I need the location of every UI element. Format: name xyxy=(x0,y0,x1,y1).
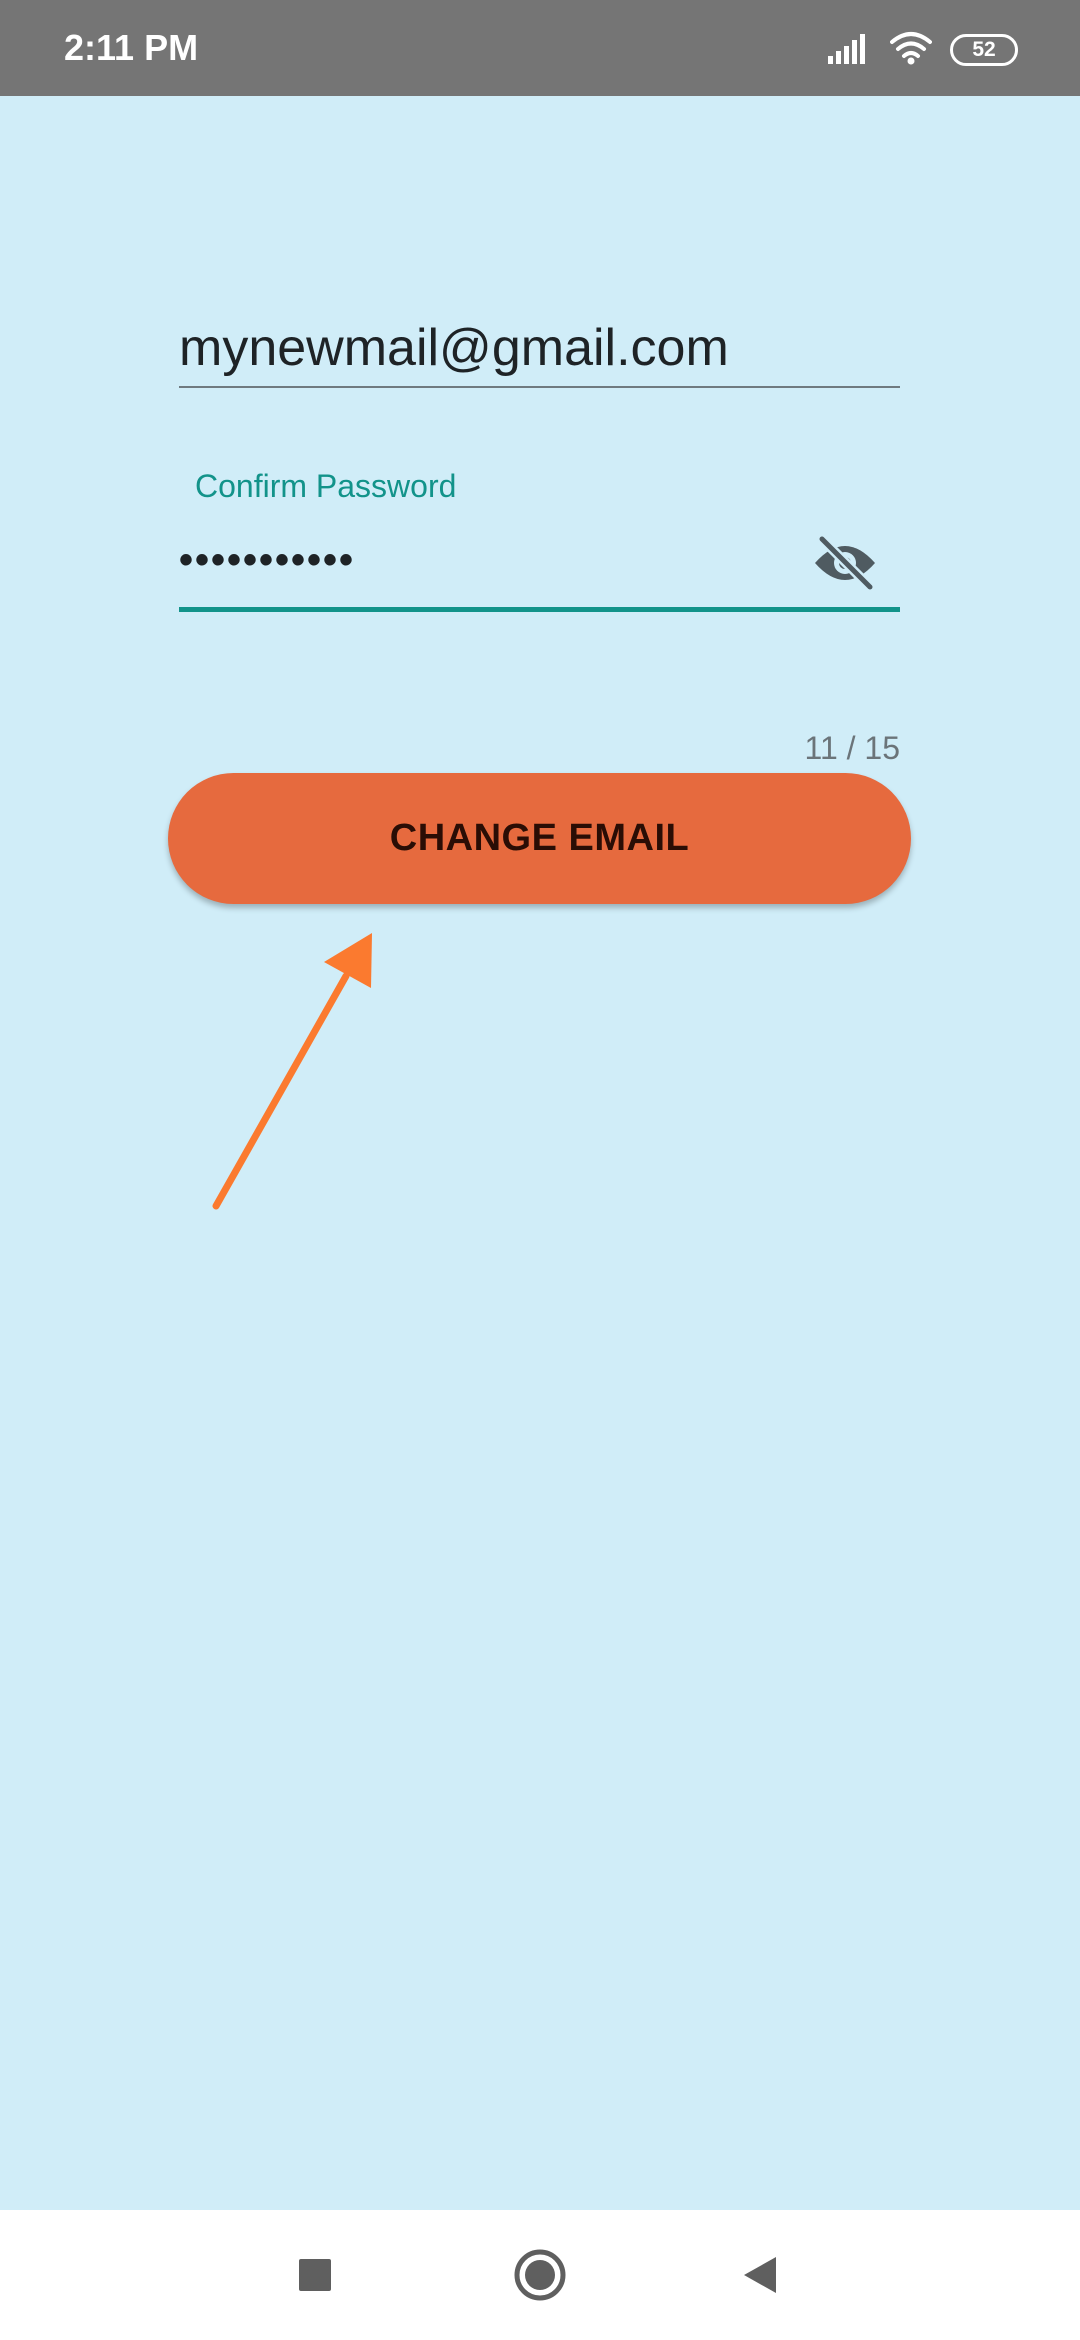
status-bar: 2:11 PM 52 xyxy=(0,0,1080,96)
battery-icon: 52 xyxy=(950,34,1018,66)
back-triangle-icon[interactable] xyxy=(730,2245,790,2305)
arrow-icon xyxy=(212,933,372,1210)
email-value: mynewmail@gmail.com xyxy=(179,319,729,377)
wifi-icon xyxy=(890,31,932,70)
eye-off-icon[interactable] xyxy=(810,528,880,598)
confirm-password-field[interactable]: ••••••••••• xyxy=(179,520,900,612)
change-email-label: CHANGE EMAIL xyxy=(389,817,690,859)
main-content: mynewmail@gmail.com Confirm Password •••… xyxy=(0,96,1080,2210)
email-field[interactable]: mynewmail@gmail.com xyxy=(179,316,900,388)
recents-square-icon[interactable] xyxy=(285,2245,345,2305)
status-icons: 52 xyxy=(828,30,1018,70)
navigation-bar xyxy=(0,2210,1080,2340)
signal-icon xyxy=(828,32,872,69)
battery-level: 52 xyxy=(972,38,996,61)
home-circle-icon[interactable] xyxy=(510,2245,570,2305)
char-counter: 11 / 15 xyxy=(804,730,900,766)
status-time: 2:11 PM xyxy=(64,27,199,68)
confirm-password-label: Confirm Password xyxy=(195,468,457,504)
change-email-button[interactable]: CHANGE EMAIL xyxy=(168,773,911,904)
password-value: ••••••••••• xyxy=(179,538,356,582)
